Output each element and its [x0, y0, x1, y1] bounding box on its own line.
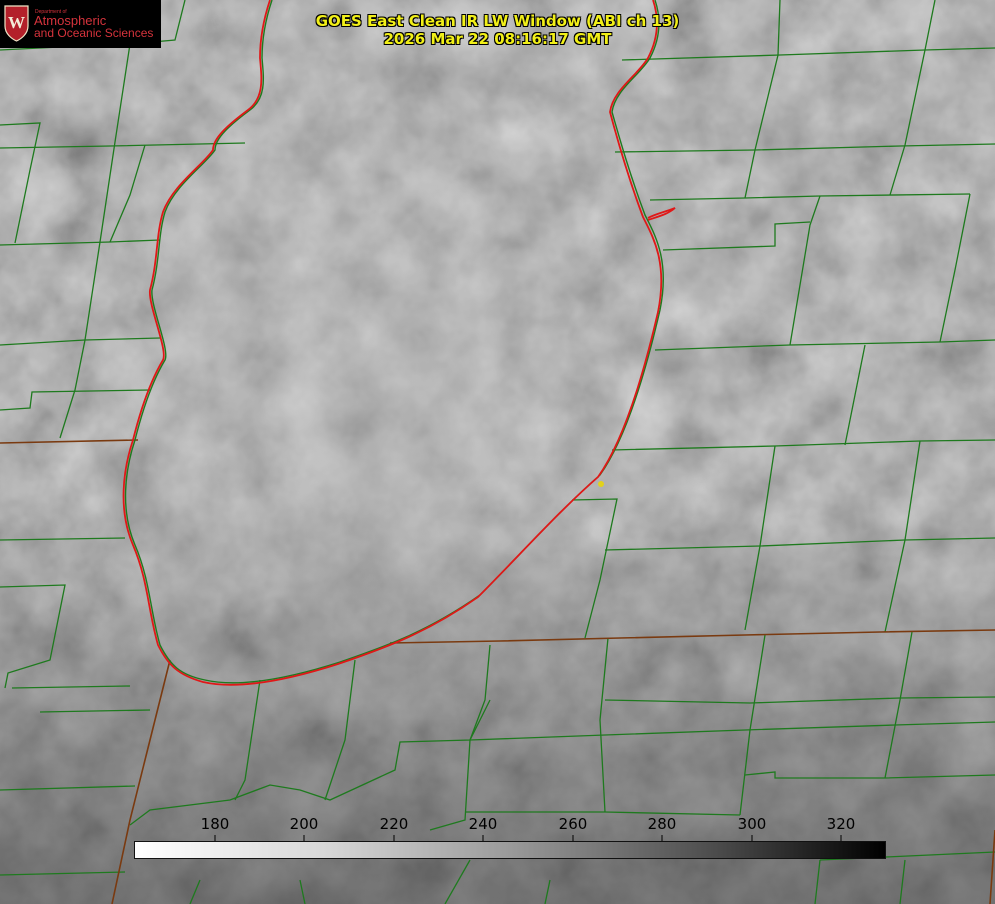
- image-title: GOES East Clean IR LW Window (ABI ch 13): [315, 12, 680, 30]
- colorbar-label: 240: [468, 815, 498, 833]
- colorbar-label: 260: [558, 815, 588, 833]
- image-timestamp: 2026 Mar 22 08:16:17 GMT: [383, 30, 612, 48]
- colorbar-label: 220: [379, 815, 409, 833]
- location-marker: [598, 481, 604, 487]
- colorbar-label: 280: [647, 815, 677, 833]
- temperature-colorbar: [134, 841, 886, 859]
- colorbar-label: 180: [200, 815, 230, 833]
- southern-dark-region: [0, 0, 995, 904]
- colorbar-label: 200: [289, 815, 319, 833]
- colorbar-label: 320: [826, 815, 856, 833]
- colorbar-label: 300: [737, 815, 767, 833]
- satellite-ir-map: [0, 0, 995, 904]
